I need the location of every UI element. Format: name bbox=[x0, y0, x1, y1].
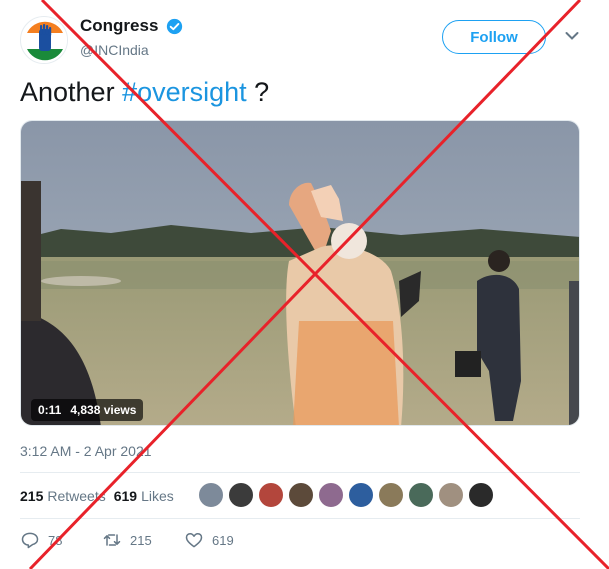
account-handle[interactable]: @INCIndia bbox=[80, 42, 149, 58]
likes-count: 619 bbox=[113, 488, 138, 504]
retweet-count: 215 bbox=[130, 532, 152, 548]
liker-avatar[interactable] bbox=[468, 482, 494, 508]
congress-hand-logo-icon bbox=[22, 18, 67, 63]
follow-button[interactable]: Follow bbox=[442, 20, 546, 54]
tweet-timestamp[interactable]: 3:12 AM - 2 Apr 2021 bbox=[20, 443, 152, 459]
liker-avatars bbox=[198, 482, 498, 508]
tweet-text: Another #oversight ? bbox=[20, 77, 269, 108]
tweet-text-prefix: Another bbox=[20, 77, 123, 107]
reply-count: 78 bbox=[48, 532, 63, 548]
video-views: 4,838 views bbox=[70, 403, 137, 417]
avatar[interactable] bbox=[20, 16, 68, 64]
liker-avatar[interactable] bbox=[198, 482, 224, 508]
likes-label: Likes bbox=[141, 488, 174, 504]
retweets-label: Retweets bbox=[47, 488, 106, 504]
tweet-text-suffix: ? bbox=[246, 77, 270, 107]
liker-avatar[interactable] bbox=[378, 482, 404, 508]
liker-avatar[interactable] bbox=[408, 482, 434, 508]
video-info-badge: 0:11 4,838 views bbox=[31, 399, 144, 421]
liker-avatar[interactable] bbox=[318, 482, 344, 508]
liker-avatar[interactable] bbox=[438, 482, 464, 508]
likes-stat[interactable]: 619 Likes bbox=[114, 488, 174, 504]
retweets-count: 215 bbox=[20, 488, 44, 504]
chevron-down-icon[interactable] bbox=[565, 31, 579, 41]
retweet-button[interactable]: 215 bbox=[102, 530, 152, 550]
engagement-stats: 215 Retweets 619 Likes bbox=[20, 488, 174, 504]
account-name[interactable]: Congress bbox=[80, 16, 158, 36]
heart-icon bbox=[185, 533, 203, 548]
hashtag-link[interactable]: #oversight bbox=[122, 77, 247, 107]
video-frame bbox=[21, 121, 579, 425]
liker-avatar[interactable] bbox=[348, 482, 374, 508]
video-player[interactable]: 0:11 4,838 views bbox=[20, 120, 580, 426]
liker-avatar[interactable] bbox=[288, 482, 314, 508]
retweet-icon bbox=[103, 534, 121, 546]
divider bbox=[20, 472, 580, 473]
video-duration: 0:11 bbox=[38, 403, 62, 417]
verified-badge-icon bbox=[166, 18, 183, 35]
retweets-stat[interactable]: 215 Retweets bbox=[20, 488, 106, 504]
like-count: 619 bbox=[212, 532, 234, 548]
reply-button[interactable]: 78 bbox=[20, 530, 62, 550]
reply-icon bbox=[21, 532, 39, 549]
divider bbox=[20, 518, 580, 519]
liker-avatar[interactable] bbox=[228, 482, 254, 508]
liker-avatar[interactable] bbox=[258, 482, 284, 508]
like-button[interactable]: 619 bbox=[184, 530, 234, 550]
